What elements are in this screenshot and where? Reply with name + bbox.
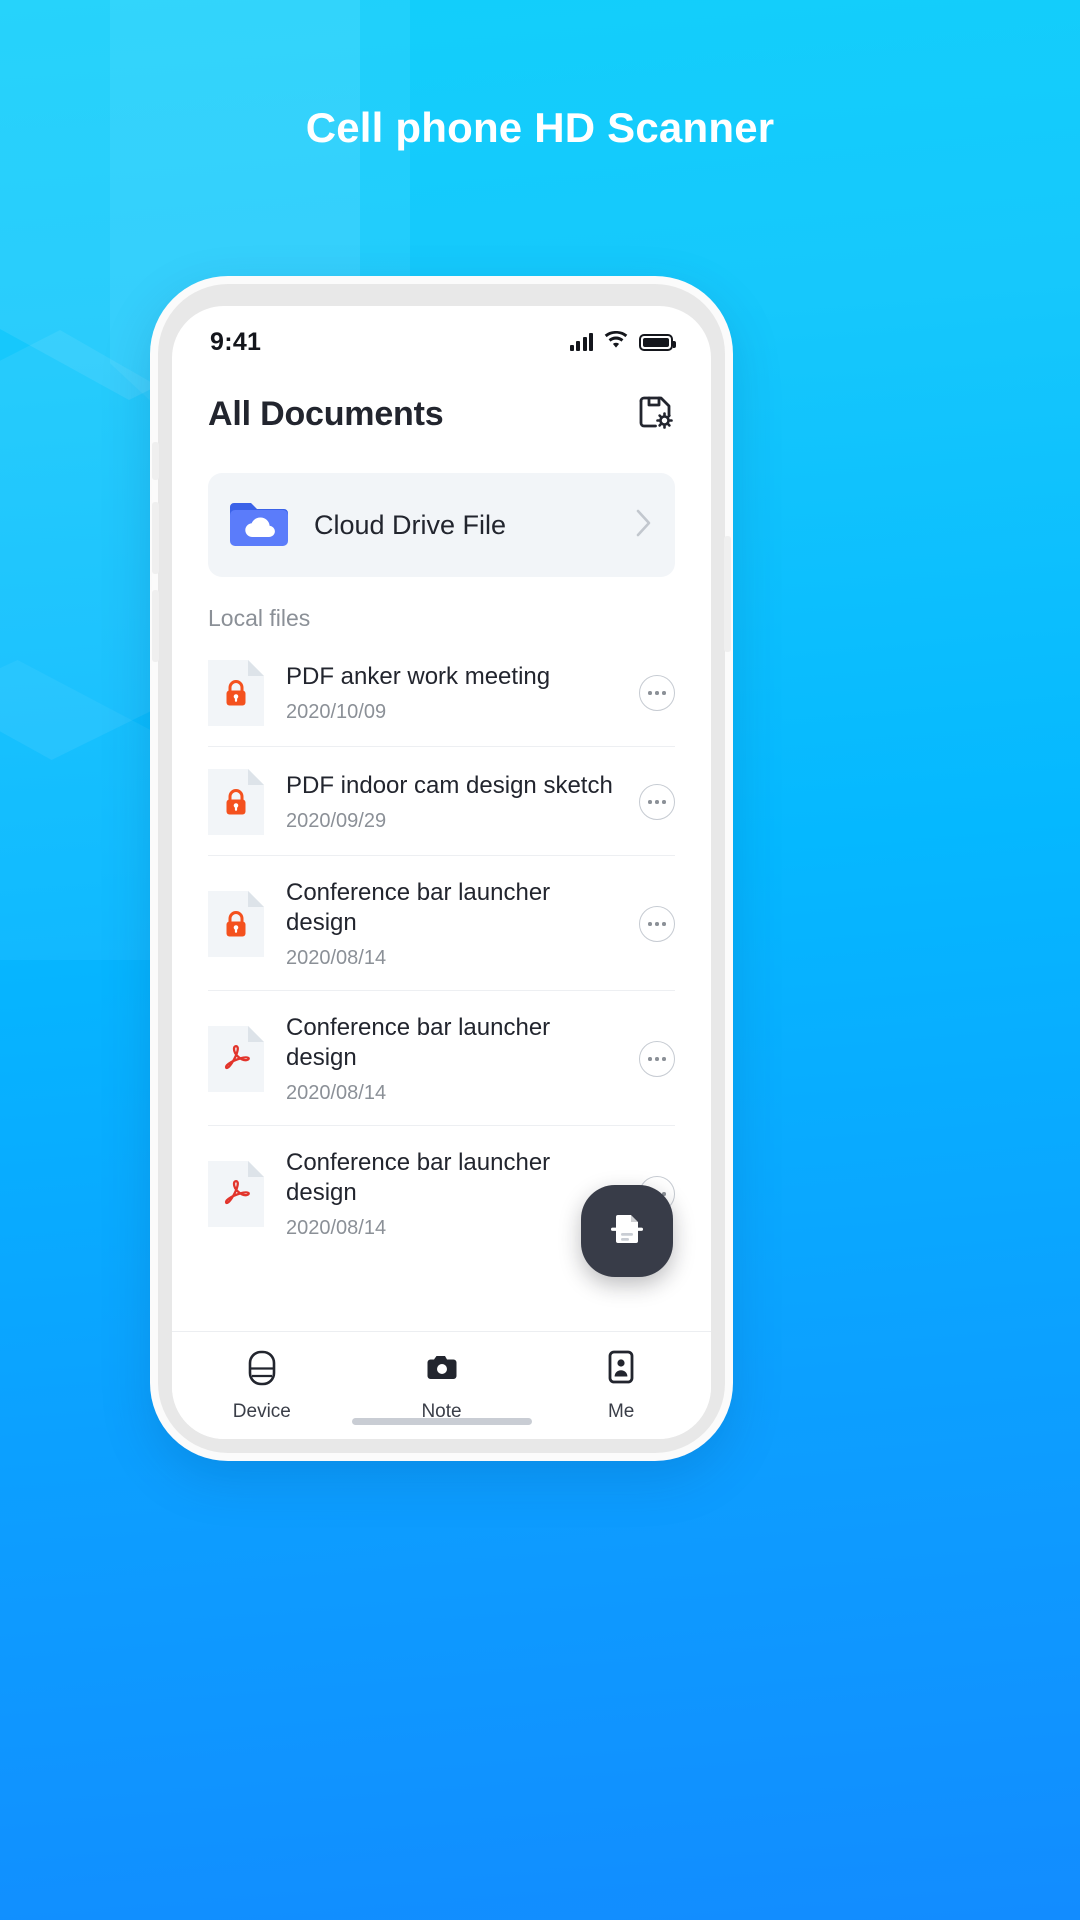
more-options-button[interactable] xyxy=(639,1041,675,1077)
cellular-signal-icon xyxy=(569,333,593,351)
status-time: 9:41 xyxy=(210,327,262,356)
table-row[interactable]: Conference bar launcher design 2020/08/1… xyxy=(208,856,675,991)
table-row[interactable]: PDF anker work meeting 2020/10/09 xyxy=(208,638,675,747)
volume-up-button[interactable] xyxy=(152,502,159,574)
cloud-folder-icon xyxy=(228,496,290,555)
file-name: Conference bar launcher design xyxy=(286,1014,551,1071)
locked-document-icon xyxy=(208,769,264,835)
tab-label: Device xyxy=(232,1400,291,1422)
file-info: Conference bar launcher design 2020/08/1… xyxy=(286,1013,617,1105)
save-settings-icon[interactable] xyxy=(635,392,675,437)
more-options-button[interactable] xyxy=(639,784,675,820)
chevron-right-icon xyxy=(635,508,653,543)
tab-note[interactable]: Note xyxy=(352,1349,532,1423)
app-header: All Documents xyxy=(172,368,711,447)
more-options-button[interactable] xyxy=(639,675,675,711)
section-label-local-files: Local files xyxy=(208,605,311,631)
wifi-icon xyxy=(604,330,628,354)
tab-label: Me xyxy=(607,1400,635,1422)
home-indicator xyxy=(351,1418,532,1425)
locked-document-icon xyxy=(208,660,264,726)
more-options-button[interactable] xyxy=(639,906,675,942)
file-date: 2020/09/29 xyxy=(286,810,387,832)
device-icon xyxy=(244,1349,280,1392)
file-date: 2020/10/09 xyxy=(286,701,387,723)
volume-down-button[interactable] xyxy=(152,590,159,662)
phone-screen: 9:41 All Documents Cloud Drive File Loca… xyxy=(172,306,711,1439)
pdf-document-icon xyxy=(208,1161,264,1227)
table-row[interactable]: Conference bar launcher design 2020/08/1… xyxy=(208,991,675,1126)
hero-title: Cell phone HD Scanner xyxy=(305,104,775,151)
profile-icon xyxy=(604,1349,638,1392)
phone-mockup: 9:41 All Documents Cloud Drive File Loca… xyxy=(150,276,733,1461)
file-name: Conference bar launcher design xyxy=(286,1149,551,1206)
tab-me[interactable]: Me xyxy=(531,1349,711,1423)
file-name: PDF indoor cam design sketch xyxy=(286,772,613,799)
tab-device[interactable]: Device xyxy=(172,1349,352,1423)
scan-document-fab[interactable] xyxy=(581,1185,673,1277)
cloud-drive-label: Cloud Drive File xyxy=(314,509,507,540)
status-icons xyxy=(569,330,676,354)
file-info: PDF indoor cam design sketch 2020/09/29 xyxy=(286,771,617,833)
cloud-drive-card[interactable]: Cloud Drive File xyxy=(208,473,675,577)
file-info: PDF anker work meeting 2020/10/09 xyxy=(286,662,617,724)
file-date: 2020/08/14 xyxy=(286,947,387,969)
file-info: Conference bar launcher design 2020/08/1… xyxy=(286,878,617,970)
phone-bezel: 9:41 All Documents Cloud Drive File Loca… xyxy=(152,284,731,1453)
power-button[interactable] xyxy=(724,536,731,652)
camera-icon xyxy=(423,1349,461,1392)
pdf-document-icon xyxy=(208,1026,264,1092)
page-title: All Documents xyxy=(208,395,444,433)
status-bar: 9:41 xyxy=(172,306,711,368)
file-info: Conference bar launcher design 2020/08/1… xyxy=(286,1148,617,1240)
file-date: 2020/08/14 xyxy=(286,1217,387,1239)
battery-icon xyxy=(639,333,676,351)
locked-document-icon xyxy=(208,891,264,957)
file-date: 2020/08/14 xyxy=(286,1082,387,1104)
file-name: PDF anker work meeting xyxy=(286,663,551,690)
mute-switch-button[interactable] xyxy=(152,442,159,480)
table-row[interactable]: PDF indoor cam design sketch 2020/09/29 xyxy=(208,747,675,856)
file-name: Conference bar launcher design xyxy=(286,879,551,936)
scan-document-icon xyxy=(604,1206,650,1257)
